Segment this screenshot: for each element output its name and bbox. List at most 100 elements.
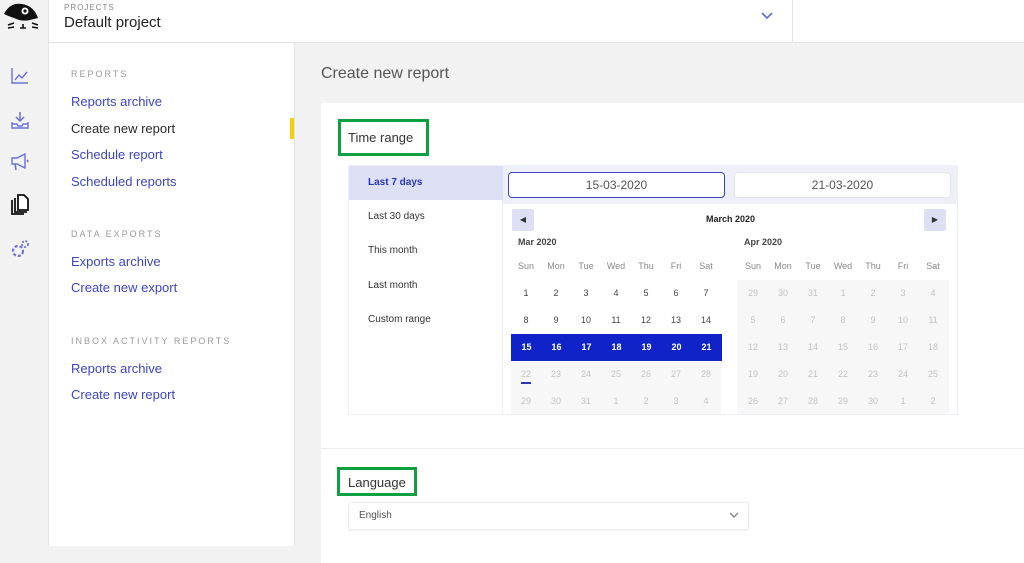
calendar-day[interactable]: 14 [691, 307, 721, 334]
calendar-day[interactable]: 26 [631, 361, 661, 388]
calendar-day[interactable]: 17 [888, 334, 918, 361]
calendar-day[interactable]: 27 [661, 361, 691, 388]
calendar-day[interactable]: 4 [918, 280, 948, 307]
calendar-day[interactable]: 25 [601, 361, 631, 388]
calendar-day[interactable]: 11 [601, 307, 631, 334]
app-logo[interactable] [0, 0, 49, 43]
calendar-day[interactable]: 6 [768, 307, 798, 334]
nav-inbox-reports-archive[interactable]: Reports archive [71, 361, 162, 376]
nav-schedule-report[interactable]: Schedule report [71, 147, 163, 162]
download-tray-icon[interactable] [9, 109, 31, 131]
calendar-day[interactable]: 9 [858, 307, 888, 334]
calendar-day[interactable]: 29 [828, 388, 858, 415]
preset-custom-range[interactable]: Custom range [349, 303, 503, 337]
calendar-day[interactable]: 14 [798, 334, 828, 361]
settings-gears-icon[interactable] [9, 238, 31, 260]
preset-last-30-days[interactable]: Last 30 days [349, 200, 503, 234]
calendar-day[interactable]: 27 [768, 388, 798, 415]
calendar-day[interactable]: 5 [631, 280, 661, 307]
calendar-day[interactable]: 24 [888, 361, 918, 388]
start-date-input[interactable]: 15-03-2020 [508, 172, 725, 198]
calendar-day[interactable]: 31 [798, 280, 828, 307]
calendar-day[interactable]: 11 [918, 307, 948, 334]
language-select[interactable]: English [348, 502, 749, 530]
megaphone-icon[interactable] [9, 151, 31, 173]
calendar-day[interactable]: 1 [601, 388, 631, 415]
next-month-button[interactable]: ▶ [924, 209, 946, 231]
calendar-day[interactable]: 1 [888, 388, 918, 415]
calendar-day-selected[interactable]: 20 [661, 334, 692, 361]
nav-create-new-report[interactable]: Create new report [71, 121, 175, 136]
calendar-day[interactable]: 30 [768, 280, 798, 307]
calendar-day[interactable]: 7 [691, 280, 721, 307]
left-weekday-sun: Sun [517, 261, 534, 271]
calendar-day-selected[interactable]: 19 [631, 334, 662, 361]
caret-right-icon: ▶ [931, 215, 939, 224]
calendar-day[interactable]: 31 [571, 388, 601, 415]
nav-create-new-export[interactable]: Create new export [71, 280, 177, 295]
calendar-day[interactable]: 4 [691, 388, 721, 415]
calendar-day[interactable]: 3 [571, 280, 601, 307]
date-inputs-row: 15-03-2020 21-03-2020 [503, 166, 958, 204]
calendar-day[interactable]: 24 [571, 361, 601, 388]
calendar-day[interactable]: 18 [918, 334, 948, 361]
chevron-down-icon[interactable] [760, 8, 774, 22]
preset-this-month[interactable]: This month [349, 234, 503, 268]
preset-last-month[interactable]: Last month [349, 269, 503, 303]
nav-inbox-create-new-report[interactable]: Create new report [71, 387, 175, 402]
calendar-day[interactable]: 6 [661, 280, 691, 307]
calendar-day[interactable]: 10 [571, 307, 601, 334]
calendar-day[interactable]: 3 [888, 280, 918, 307]
calendar-day[interactable]: 23 [541, 361, 571, 388]
calendar-day[interactable]: 9 [541, 307, 571, 334]
calendar-day[interactable]: 2 [631, 388, 661, 415]
calendar-day[interactable]: 12 [631, 307, 661, 334]
calendar-day[interactable]: 23 [858, 361, 888, 388]
end-date-input[interactable]: 21-03-2020 [734, 172, 951, 198]
calendar-day[interactable]: 22 [828, 361, 858, 388]
calendar-day[interactable]: 5 [738, 307, 768, 334]
calendar-day[interactable]: 7 [798, 307, 828, 334]
analytics-chart-icon[interactable] [9, 65, 31, 87]
calendar-day[interactable]: 13 [768, 334, 798, 361]
calendar-day[interactable]: 4 [601, 280, 631, 307]
calendar-day[interactable]: 8 [511, 307, 541, 334]
calendar-day[interactable]: 28 [691, 361, 721, 388]
preset-last-7-days[interactable]: Last 7 days [349, 166, 503, 200]
calendar-day[interactable]: 25 [918, 361, 948, 388]
calendar-day[interactable]: 26 [738, 388, 768, 415]
project-switcher[interactable]: PROJECTS Default project [49, 0, 793, 43]
calendar-day-selected[interactable]: 17 [571, 334, 602, 361]
calendar-day[interactable]: 12 [738, 334, 768, 361]
calendar-day[interactable]: 22 [511, 361, 541, 388]
calendar-day[interactable]: 20 [768, 361, 798, 388]
reports-documents-icon[interactable] [9, 194, 31, 216]
calendar-day-selected[interactable]: 21 [691, 334, 722, 361]
calendar-day[interactable]: 30 [541, 388, 571, 415]
language-label: Language [348, 475, 406, 490]
calendar-day-selected[interactable]: 16 [541, 334, 572, 361]
calendar-day[interactable]: 8 [828, 307, 858, 334]
calendar-day[interactable]: 29 [738, 280, 768, 307]
calendar-day[interactable]: 10 [888, 307, 918, 334]
nav-scheduled-reports[interactable]: Scheduled reports [71, 174, 177, 189]
calendar-day[interactable]: 28 [798, 388, 828, 415]
calendar-day[interactable]: 30 [858, 388, 888, 415]
calendar-day[interactable]: 29 [511, 388, 541, 415]
calendar-day[interactable]: 3 [661, 388, 691, 415]
nav-exports-archive[interactable]: Exports archive [71, 254, 161, 269]
calendar-day-selected[interactable]: 18 [601, 334, 632, 361]
calendar-day[interactable]: 2 [858, 280, 888, 307]
calendar-day[interactable]: 19 [738, 361, 768, 388]
nav-reports-archive[interactable]: Reports archive [71, 94, 162, 109]
calendar-day[interactable]: 2 [541, 280, 571, 307]
calendar-day[interactable]: 1 [828, 280, 858, 307]
calendar-day[interactable]: 15 [828, 334, 858, 361]
calendar-day-selected[interactable]: 15 [511, 334, 542, 361]
calendar-day[interactable]: 1 [511, 280, 541, 307]
calendar-day[interactable]: 13 [661, 307, 691, 334]
calendar-day[interactable]: 21 [798, 361, 828, 388]
calendar-day[interactable]: 2 [918, 388, 948, 415]
section-title-reports: REPORTS [71, 69, 129, 79]
calendar-day[interactable]: 16 [858, 334, 888, 361]
